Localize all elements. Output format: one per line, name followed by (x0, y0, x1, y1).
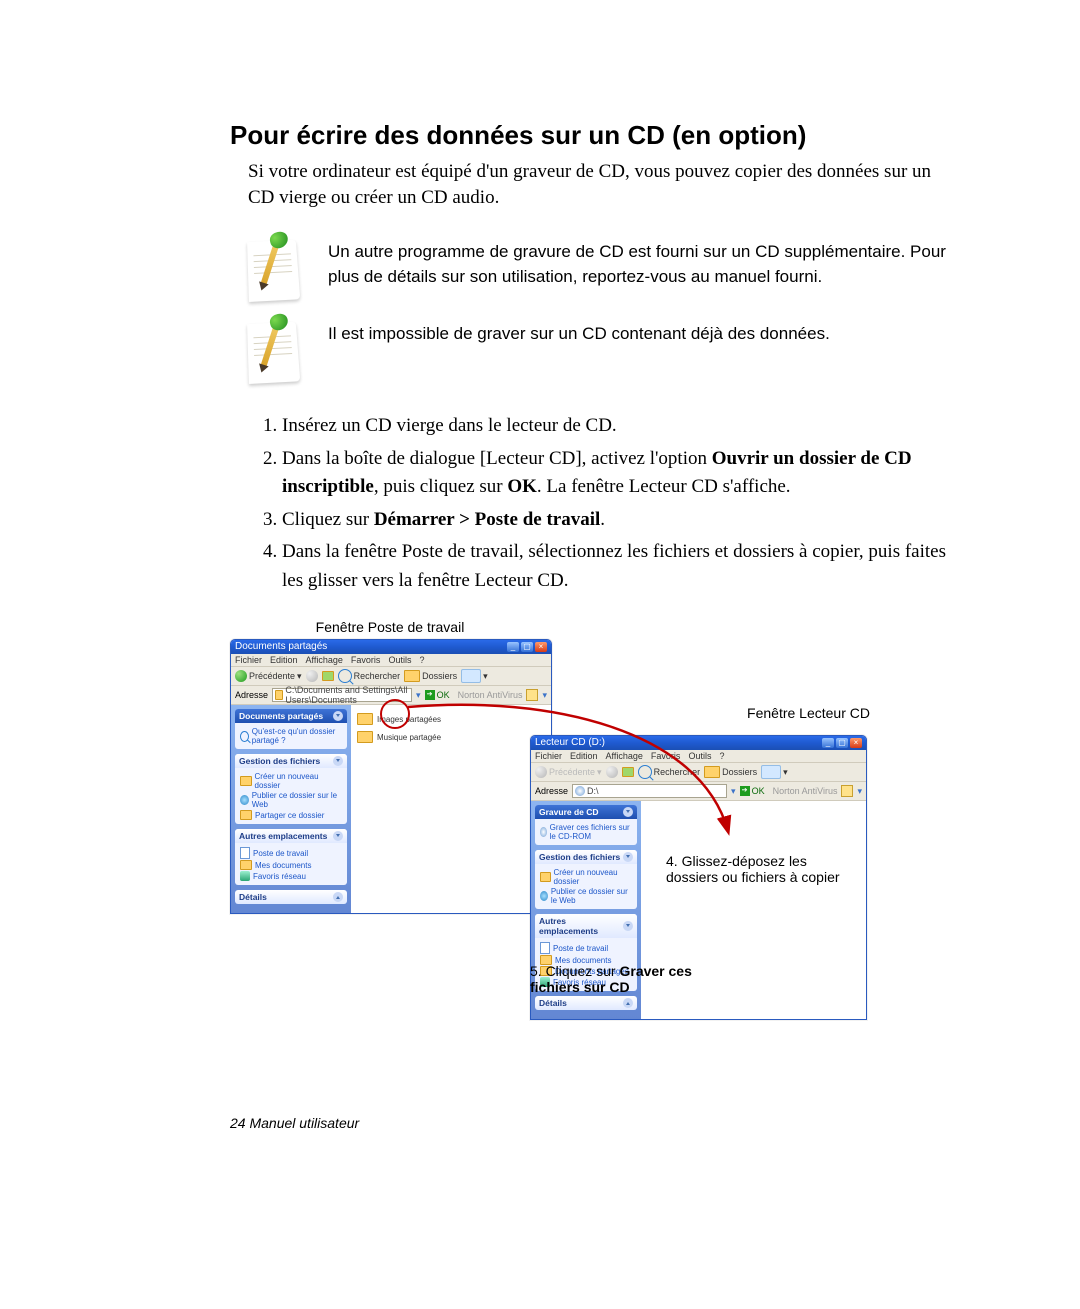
note-1: Un autre programme de gravure de CD est … (248, 240, 960, 300)
address-bar: Adresse D:\ ▾ ➔OK Norton AntiVirus ▾ (531, 782, 866, 801)
titlebar: Documents partagés _ ▢ × (231, 640, 551, 654)
step-3: Cliquez sur Démarrer > Poste de travail. (282, 506, 950, 535)
shared-help-link[interactable]: Qu'est-ce qu'un dossier partagé ? (240, 727, 342, 745)
place-network[interactable]: Favoris réseau (240, 871, 342, 881)
step-2: Dans la boîte de dialogue [Lecteur CD], … (282, 445, 950, 502)
menubar: Fichier Edition Affichage Favoris Outils… (531, 750, 866, 763)
caption-top: Fenêtre Poste de travail (230, 619, 550, 635)
close-button[interactable]: × (850, 738, 862, 748)
menu-affichage[interactable]: Affichage (306, 655, 343, 665)
panel-docs-shared[interactable]: Documents partagés (235, 709, 347, 723)
place-my-computer[interactable]: Poste de travail (240, 847, 342, 859)
panel-other-places[interactable]: Autres emplacements (235, 829, 347, 843)
back-button[interactable]: Précédente ▾ (235, 670, 302, 682)
task-publish-web[interactable]: Publier ce dossier sur le Web (540, 887, 632, 905)
panel-file-mgmt[interactable]: Gestion des fichiers (535, 850, 637, 864)
go-button[interactable]: ➔OK (740, 786, 765, 796)
menu-edition[interactable]: Edition (270, 655, 298, 665)
minimize-button[interactable]: _ (822, 738, 834, 748)
panel-details[interactable]: Détails (535, 996, 637, 1010)
drag-drop-callout: 4. Glissez-déposez lesdossiers ou fichie… (666, 853, 840, 885)
menubar: Fichier Edition Affichage Favoris Outils… (231, 654, 551, 667)
page-footer: 24 Manuel utilisateur (230, 1115, 960, 1131)
address-field[interactable]: D:\ (572, 784, 727, 798)
menu-favoris[interactable]: Favoris (351, 655, 381, 665)
task-new-folder[interactable]: Créer un nouveau dossier (240, 772, 342, 790)
maximize-button[interactable]: ▢ (836, 738, 848, 748)
figure: Documents partagés _ ▢ × Fichier Edition… (230, 635, 870, 1035)
caption-cd: Fenêtre Lecteur CD (740, 705, 870, 721)
task-share[interactable]: Partager ce dossier (240, 810, 342, 820)
menu-edition[interactable]: Edition (570, 751, 598, 761)
folder-item[interactable]: Musique partagée (357, 731, 545, 743)
panel-file-mgmt[interactable]: Gestion des fichiers (235, 754, 347, 768)
note-2: Il est impossible de graver sur un CD co… (248, 322, 960, 382)
cd-icon (575, 786, 585, 796)
up-button[interactable] (622, 767, 634, 777)
task-publish-web[interactable]: Publier ce dossier sur le Web (240, 791, 342, 809)
menu-outils[interactable]: Outils (688, 751, 711, 761)
go-button[interactable]: ➔OK (425, 690, 450, 700)
titlebar: Lecteur CD (D:) _ ▢ × (531, 736, 866, 750)
norton-icon (526, 689, 538, 701)
window-shared-docs: Documents partagés _ ▢ × Fichier Edition… (230, 639, 552, 914)
menu-favoris[interactable]: Favoris (651, 751, 681, 761)
steps-list: Insérez un CD vierge dans le lecteur de … (260, 412, 950, 595)
panel-other-places[interactable]: Autres emplacements (535, 914, 637, 938)
place-my-docs[interactable]: Mes documents (240, 860, 342, 870)
toolbar: Précédente ▾ Rechercher Dossiers ▾ (531, 763, 866, 782)
note-2-text: Il est impossible de graver sur un CD co… (328, 322, 830, 347)
address-label: Adresse (235, 690, 268, 700)
notepad-icon (248, 240, 328, 300)
folder-item[interactable]: Images partagées (357, 713, 545, 725)
task-new-folder[interactable]: Créer un nouveau dossier (540, 868, 632, 886)
forward-button[interactable] (606, 766, 618, 778)
intro-text: Si votre ordinateur est équipé d'un grav… (248, 159, 950, 210)
step-4: Dans la fenêtre Poste de travail, sélect… (282, 538, 950, 595)
menu-fichier[interactable]: Fichier (235, 655, 262, 665)
panel-details[interactable]: Détails (235, 890, 347, 904)
section-title: Pour écrire des données sur un CD (en op… (230, 120, 960, 151)
search-button[interactable]: Rechercher (638, 765, 701, 779)
norton-label: Norton AntiVirus (773, 786, 838, 796)
address-bar: Adresse C:\Documents and Settings\All Us… (231, 686, 551, 705)
sidebar: Documents partagés Qu'est-ce qu'un dossi… (231, 705, 351, 913)
views-button[interactable]: ▾ (761, 765, 788, 779)
norton-label: Norton AntiVirus (458, 690, 523, 700)
menu-aide[interactable]: ? (719, 751, 724, 761)
place-my-computer[interactable]: Poste de travail (540, 942, 632, 954)
address-label: Adresse (535, 786, 568, 796)
task-burn-files[interactable]: Graver ces fichiers sur le CD-ROM (540, 823, 632, 841)
panel-cd-burn[interactable]: Gravure de CD (535, 805, 637, 819)
minimize-button[interactable]: _ (507, 642, 519, 652)
menu-aide[interactable]: ? (419, 655, 424, 665)
views-button[interactable]: ▾ (461, 669, 488, 683)
folders-button[interactable]: Dossiers (404, 670, 457, 682)
menu-affichage[interactable]: Affichage (606, 751, 643, 761)
back-button[interactable]: Précédente ▾ (535, 766, 602, 778)
up-button[interactable] (322, 671, 334, 681)
norton-icon (841, 785, 853, 797)
notepad-icon (248, 322, 328, 382)
menu-fichier[interactable]: Fichier (535, 751, 562, 761)
page: Pour écrire des données sur un CD (en op… (0, 0, 1080, 1191)
maximize-button[interactable]: ▢ (521, 642, 533, 652)
note-1-text: Un autre programme de gravure de CD est … (328, 240, 960, 289)
menu-outils[interactable]: Outils (388, 655, 411, 665)
window-title: Documents partagés (235, 640, 327, 654)
window-title: Lecteur CD (D:) (535, 736, 605, 750)
address-field[interactable]: C:\Documents and Settings\All Users\Docu… (272, 688, 412, 702)
step-1: Insérez un CD vierge dans le lecteur de … (282, 412, 950, 441)
content-pane: Images partagées Musique partagée (351, 705, 551, 913)
toolbar: Précédente ▾ Rechercher Dossiers ▾ (231, 667, 551, 686)
close-button[interactable]: × (535, 642, 547, 652)
forward-button[interactable] (306, 670, 318, 682)
search-button[interactable]: Rechercher (338, 669, 401, 683)
step-5-callout: 5. Cliquez sur Graver ces fichiers sur C… (530, 963, 730, 995)
folders-button[interactable]: Dossiers (704, 766, 757, 778)
